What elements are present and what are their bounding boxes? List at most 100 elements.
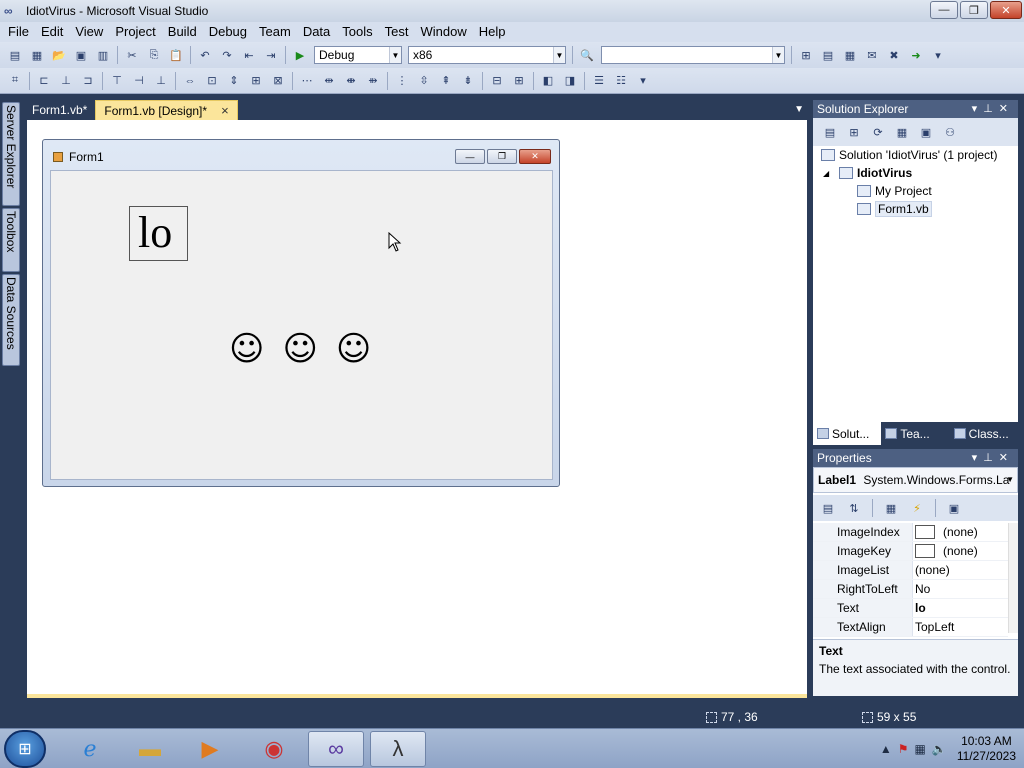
property-value-cell[interactable]: (none): [913, 523, 1008, 541]
align-lefts-icon[interactable]: ⊏: [36, 73, 52, 89]
property-value[interactable]: TopLeft: [913, 618, 1008, 636]
property-value[interactable]: lo: [913, 599, 1008, 617]
align-tops-icon[interactable]: ⊤: [109, 73, 125, 89]
align-middles-icon[interactable]: ⊣: [131, 73, 147, 89]
property-value[interactable]: No: [913, 580, 1008, 598]
toolbox-icon[interactable]: ✉: [864, 47, 880, 63]
close-icon[interactable]: ×: [221, 101, 229, 121]
property-row[interactable]: RightToLeft No: [813, 580, 1008, 599]
more-options-icon[interactable]: ▾: [930, 47, 946, 63]
close-button[interactable]: ✕: [519, 149, 551, 164]
menu-team[interactable]: Team: [253, 22, 297, 42]
align-bottoms-icon[interactable]: ⊥: [153, 73, 169, 89]
horizontal-spacing-increase-icon[interactable]: ⇹: [321, 73, 337, 89]
menu-file[interactable]: File: [2, 22, 35, 42]
tab-team-explorer[interactable]: Tea...: [881, 422, 949, 445]
vs-command-prompt-icon[interactable]: λ: [370, 731, 426, 767]
make-same-height-icon[interactable]: ⇕: [226, 73, 242, 89]
property-scrollbar[interactable]: [1008, 523, 1018, 633]
menu-window[interactable]: Window: [414, 22, 472, 42]
menu-build[interactable]: Build: [162, 22, 203, 42]
find-combo[interactable]: ▼: [601, 46, 785, 64]
horizontal-spacing-remove-icon[interactable]: ⇻: [365, 73, 381, 89]
tab-form1-code[interactable]: Form1.vb*: [24, 100, 95, 120]
align-to-grid-icon[interactable]: ⌗: [7, 73, 23, 89]
maximize-button[interactable]: ❐: [487, 149, 517, 164]
bring-to-front-icon[interactable]: ◧: [540, 73, 556, 89]
object-selector[interactable]: Label1 System.Windows.Forms.La ▼: [813, 467, 1018, 493]
solution-explorer-icon[interactable]: ⊞: [798, 47, 814, 63]
tab-toolbox[interactable]: Toolbox: [2, 208, 20, 272]
cut-icon[interactable]: ✂: [124, 47, 140, 63]
vertical-spacing-decrease-icon[interactable]: ⇞: [438, 73, 454, 89]
size-to-grid-icon[interactable]: ⊡: [204, 73, 220, 89]
configuration-select[interactable]: Debug ▼: [314, 46, 402, 64]
form-window[interactable]: Form1 — ❐ ✕ lo ☺ ☺ ☺: [42, 139, 560, 487]
navigate-forward-icon[interactable]: ⇥: [263, 47, 279, 63]
make-same-width-icon[interactable]: ⇔: [182, 73, 198, 89]
menu-project[interactable]: Project: [109, 22, 161, 42]
chrome-icon[interactable]: ◉: [246, 731, 302, 767]
redo-icon[interactable]: ↷: [219, 47, 235, 63]
menu-tools[interactable]: Tools: [336, 22, 378, 42]
send-to-back-icon[interactable]: ◨: [562, 73, 578, 89]
tab-order-icon[interactable]: ☰: [591, 73, 607, 89]
size-to-grid-2-icon[interactable]: ⊠: [270, 73, 286, 89]
form-client-area[interactable]: lo ☺ ☺ ☺: [50, 170, 553, 480]
action-center-icon[interactable]: ⚑: [898, 742, 909, 756]
properties-window-icon[interactable]: ▤: [820, 47, 836, 63]
copy-icon[interactable]: ⎘: [146, 47, 162, 63]
properties-icon[interactable]: ▦: [883, 500, 899, 516]
clock[interactable]: 10:03 AM 11/27/2023: [957, 734, 1016, 764]
vertical-spacing-equal-icon[interactable]: ⋮: [394, 73, 410, 89]
smiley-icon[interactable]: ☺: [229, 329, 264, 369]
vertical-spacing-remove-icon[interactable]: ⇟: [460, 73, 476, 89]
add-item-icon[interactable]: ▦: [29, 47, 45, 63]
save-all-icon[interactable]: ▥: [95, 47, 111, 63]
network-icon[interactable]: ▦: [915, 742, 926, 756]
volume-icon[interactable]: 🔈: [932, 742, 947, 756]
expand-icon[interactable]: ◢: [823, 169, 835, 178]
start-button[interactable]: ⊞: [4, 730, 46, 768]
navigate-backward-icon[interactable]: ⇤: [241, 47, 257, 63]
vertical-spacing-increase-icon[interactable]: ⇳: [416, 73, 432, 89]
menu-test[interactable]: Test: [379, 22, 415, 42]
open-file-icon[interactable]: 📂: [51, 47, 67, 63]
tab-data-sources[interactable]: Data Sources: [2, 274, 20, 366]
events-icon[interactable]: ⚡: [909, 500, 925, 516]
menu-data[interactable]: Data: [297, 22, 336, 42]
property-row[interactable]: Text lo: [813, 599, 1008, 618]
property-pages-icon[interactable]: ▣: [946, 500, 962, 516]
align-rights-icon[interactable]: ⊐: [80, 73, 96, 89]
tools-icon[interactable]: ✖: [886, 47, 902, 63]
more-options-icon[interactable]: ▾: [635, 73, 651, 89]
horizontal-spacing-decrease-icon[interactable]: ⇼: [343, 73, 359, 89]
media-player-icon[interactable]: ▶: [182, 731, 238, 767]
panel-controls[interactable]: ▾⊥✕: [972, 449, 1014, 467]
smiley-icon[interactable]: ☺: [336, 329, 371, 369]
chevron-down-icon[interactable]: ▼: [794, 104, 804, 115]
property-row[interactable]: ImageIndex (none): [813, 523, 1008, 542]
view-designer-icon[interactable]: ▣: [918, 124, 934, 140]
menu-help[interactable]: Help: [473, 22, 512, 42]
categorized-icon[interactable]: ▤: [820, 500, 836, 516]
object-browser-icon[interactable]: ▦: [842, 47, 858, 63]
panel-controls[interactable]: ▾⊥✕: [972, 100, 1014, 118]
paste-icon[interactable]: 📋: [168, 47, 184, 63]
extension-manager-icon[interactable]: ➜: [908, 47, 924, 63]
refresh-icon[interactable]: ⟳: [870, 124, 886, 140]
save-icon[interactable]: ▣: [73, 47, 89, 63]
start-debugging-icon[interactable]: ▶: [292, 47, 308, 63]
tab-class-view[interactable]: Class...: [950, 422, 1018, 445]
tab-solution-explorer[interactable]: Solut...: [813, 422, 882, 445]
property-row[interactable]: TextAlign TopLeft: [813, 618, 1008, 637]
tree-item-project[interactable]: ◢ IdiotVirus: [821, 164, 997, 182]
maximize-button[interactable]: ❐: [960, 1, 988, 19]
minimize-button[interactable]: —: [930, 1, 958, 19]
property-value-cell[interactable]: (none): [913, 542, 1008, 560]
tree-item-solution[interactable]: Solution 'IdiotVirus' (1 project): [821, 146, 997, 164]
horizontal-spacing-equal-icon[interactable]: ⋯: [299, 73, 315, 89]
tab-form1-design[interactable]: Form1.vb [Design]* ×: [95, 100, 238, 121]
new-project-icon[interactable]: ▤: [7, 47, 23, 63]
tree-item-form1[interactable]: Form1.vb: [821, 200, 997, 218]
